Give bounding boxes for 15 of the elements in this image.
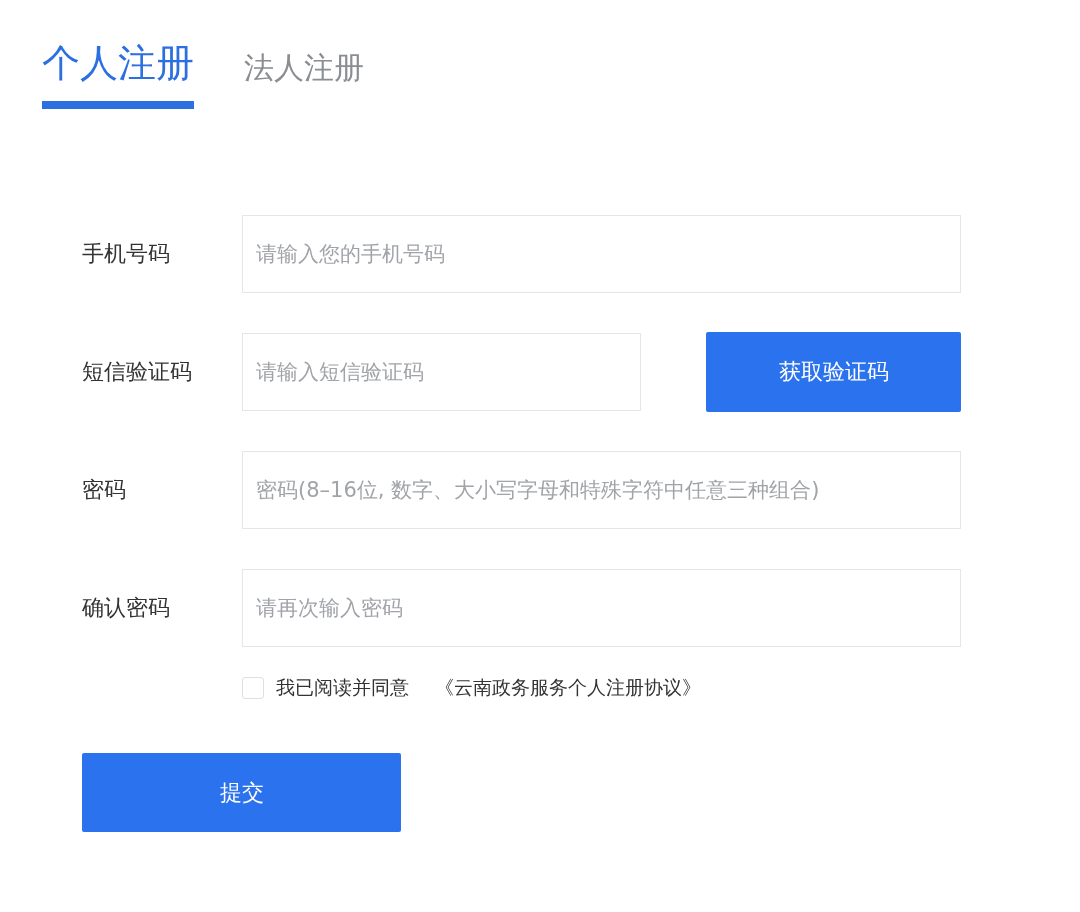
tab[interactable]: 个人注册 bbox=[42, 38, 194, 109]
agreement-text: 我已阅读并同意 bbox=[276, 675, 409, 700]
input-field[interactable]: 请输入您的手机号码 bbox=[242, 215, 961, 293]
code-input-field[interactable]: 请输入短信验证码 bbox=[242, 333, 641, 411]
field-label: 确认密码 bbox=[82, 594, 171, 622]
get-code-button[interactable]: 获取验证码 bbox=[706, 332, 961, 412]
input-field[interactable]: 密码(8–16位, 数字、大小写字母和特殊字符中任意三种组合) bbox=[242, 451, 961, 529]
field-label: 手机号码 bbox=[82, 240, 171, 268]
submit-button[interactable]: 提交 bbox=[82, 753, 401, 832]
field-label: 短信验证码 bbox=[82, 358, 193, 386]
tab[interactable]: 法人注册 bbox=[244, 48, 364, 109]
field-label: 密码 bbox=[82, 476, 127, 504]
agreement-checkbox[interactable] bbox=[242, 677, 264, 699]
input-field[interactable]: 请再次输入密码 bbox=[242, 569, 961, 647]
agreement-link[interactable]: 《云南政务服务个人注册协议》 bbox=[435, 675, 701, 701]
